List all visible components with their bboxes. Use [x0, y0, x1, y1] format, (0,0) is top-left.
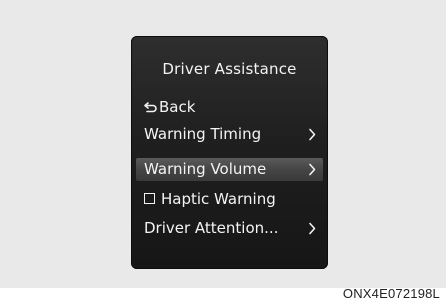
menu-item-warning-volume[interactable]: Warning Volume	[136, 158, 323, 181]
figure-code: ONX4E072198L	[342, 286, 440, 301]
menu-item-haptic-warning-label: Haptic Warning	[161, 190, 276, 208]
chevron-right-icon	[309, 128, 316, 141]
cluster-menu-panel: Driver Assistance Back Warning Timing Wa…	[131, 36, 328, 269]
menu-item-driver-attention-label: Driver Attention...	[144, 219, 279, 237]
menu-item-back-label: Back	[159, 98, 196, 116]
menu-item-back[interactable]: Back	[136, 96, 323, 119]
menu-item-driver-attention[interactable]: Driver Attention...	[136, 217, 323, 240]
menu-item-haptic-warning[interactable]: Haptic Warning	[136, 188, 323, 211]
chevron-right-icon	[309, 222, 316, 235]
menu-item-back-content: Back	[144, 96, 195, 119]
menu-item-warning-timing[interactable]: Warning Timing	[136, 123, 323, 146]
menu-item-warning-volume-label: Warning Volume	[144, 160, 267, 178]
chevron-right-icon	[309, 163, 316, 176]
haptic-warning-checkbox[interactable]	[144, 193, 155, 204]
back-arrow-icon	[144, 101, 157, 112]
menu-item-haptic-warning-content: Haptic Warning	[144, 188, 276, 211]
menu-item-warning-timing-label: Warning Timing	[144, 125, 262, 143]
menu-title: Driver Assistance	[162, 60, 297, 78]
